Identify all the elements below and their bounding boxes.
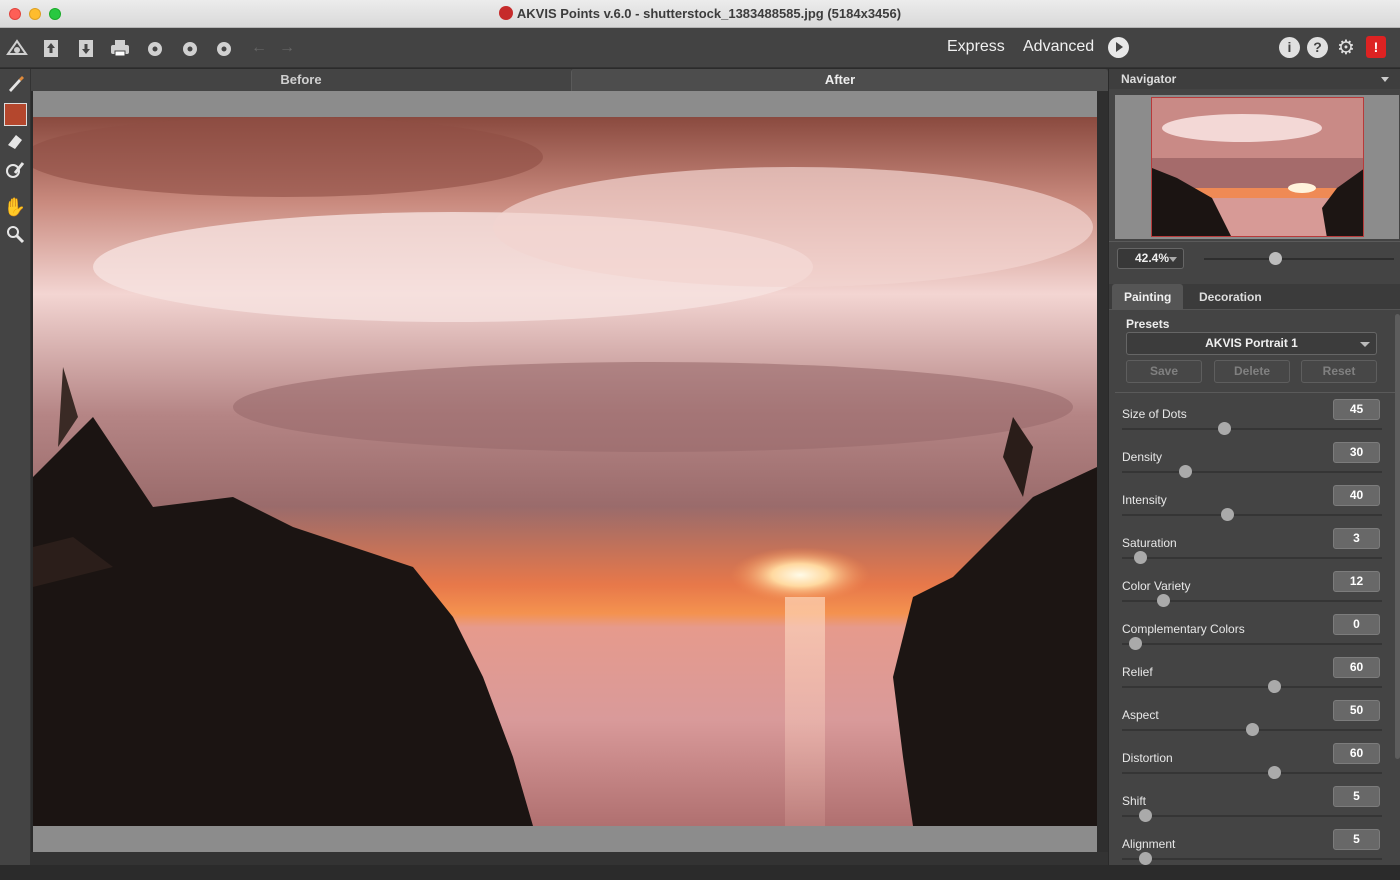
param-value-field[interactable]: 60 [1333, 743, 1380, 764]
gear-icon[interactable]: ⚙ [1335, 37, 1357, 59]
param-slider-track[interactable] [1122, 514, 1382, 516]
param-slider-thumb[interactable] [1139, 809, 1153, 822]
color-swatch[interactable] [4, 103, 27, 126]
param-label: Complementary Colors [1122, 622, 1245, 636]
param-value-field[interactable]: 60 [1333, 657, 1380, 678]
param-slider-track[interactable] [1122, 557, 1382, 559]
print-icon[interactable] [109, 37, 131, 59]
brush-icon[interactable] [3, 74, 27, 98]
save-preset-button[interactable]: Save [1126, 360, 1202, 383]
home-icon[interactable] [6, 37, 28, 59]
preset-select[interactable]: AKVIS Portrait 1 [1126, 332, 1377, 355]
view-tabs: Before After [31, 69, 1108, 91]
param-label: Alignment [1122, 837, 1176, 851]
tools-panel: ✋ [0, 69, 31, 865]
undo-icon[interactable]: ← [248, 37, 270, 59]
param-slider-thumb[interactable] [1178, 465, 1192, 478]
presets-divider [1115, 392, 1395, 393]
zoom-slider-thumb[interactable] [1269, 252, 1283, 265]
param-value-field[interactable]: 40 [1333, 485, 1380, 506]
plugin-icon[interactable] [179, 37, 201, 59]
history-brush-icon[interactable] [3, 160, 27, 184]
param-slider-track[interactable] [1122, 686, 1382, 688]
tab-painting[interactable]: Painting [1112, 284, 1184, 310]
param-label: Shift [1122, 794, 1147, 808]
express-mode-button[interactable]: Express [947, 38, 1005, 56]
param-value-field[interactable]: 50 [1333, 700, 1380, 721]
param-row: Alignment 5 [1109, 829, 1400, 880]
tab-decoration[interactable]: Decoration [1187, 284, 1274, 310]
save-icon[interactable] [75, 37, 97, 59]
param-slider-track[interactable] [1122, 858, 1382, 860]
redo-icon[interactable]: → [276, 37, 298, 59]
param-value-field[interactable]: 12 [1333, 571, 1380, 592]
param-slider-thumb[interactable] [1267, 766, 1281, 779]
settings-icon[interactable] [213, 37, 235, 59]
canvas-vertical-scrollbar[interactable] [1097, 91, 1108, 865]
param-slider-thumb[interactable] [1218, 422, 1232, 435]
param-slider-thumb[interactable] [1139, 852, 1153, 865]
param-slider-track[interactable] [1122, 643, 1382, 645]
param-value-field[interactable]: 5 [1333, 786, 1380, 807]
presets-label: Presets [1126, 317, 1170, 331]
param-label: Relief [1122, 665, 1153, 679]
panel-scrollbar[interactable] [1395, 314, 1400, 759]
hand-icon[interactable]: ✋ [3, 195, 27, 219]
param-label: Size of Dots [1122, 407, 1187, 421]
navigator-thumbnail[interactable] [1151, 97, 1364, 237]
zoom-level-select[interactable]: 42.4% [1117, 248, 1184, 269]
param-value-field[interactable]: 0 [1333, 614, 1380, 635]
param-slider-thumb[interactable] [1129, 637, 1143, 650]
notification-icon[interactable]: ! [1366, 36, 1386, 58]
param-slider-thumb[interactable] [1245, 723, 1259, 736]
param-label: Color Variety [1122, 579, 1191, 593]
help-icon[interactable]: ? [1307, 37, 1328, 58]
param-value-field[interactable]: 5 [1333, 829, 1380, 850]
param-value-field[interactable]: 45 [1333, 399, 1380, 420]
param-label: Intensity [1122, 493, 1167, 507]
image-canvas-area[interactable] [33, 91, 1097, 852]
param-slider-track[interactable] [1122, 428, 1382, 430]
info-icon[interactable]: i [1279, 37, 1300, 58]
main-toolbar: ← → Express Advanced i ? ⚙ ! [0, 28, 1400, 68]
canvas-horizontal-scrollbar[interactable] [31, 852, 1108, 865]
param-slider-thumb[interactable] [1134, 551, 1148, 564]
chevron-down-icon[interactable] [1381, 77, 1389, 82]
advanced-mode-button[interactable]: Advanced [1023, 38, 1094, 56]
eraser-icon[interactable] [3, 131, 27, 155]
navigator-title: Navigator [1121, 72, 1177, 86]
preset-selected-value: AKVIS Portrait 1 [1205, 336, 1298, 350]
delete-preset-button[interactable]: Delete [1214, 360, 1290, 383]
tab-after[interactable]: After [571, 69, 1108, 91]
navigator-preview[interactable] [1115, 95, 1399, 239]
param-label: Saturation [1122, 536, 1177, 550]
reset-preset-button[interactable]: Reset [1301, 360, 1377, 383]
param-label: Aspect [1122, 708, 1159, 722]
panel-tabs: Painting Decoration [1109, 284, 1400, 310]
window-title: AKVIS Points v.6.0 - shutterstock_138348… [0, 6, 1400, 21]
param-label: Distortion [1122, 751, 1173, 765]
navigator-divider [1109, 241, 1400, 242]
zoom-icon[interactable] [3, 224, 27, 248]
param-slider-track[interactable] [1122, 815, 1382, 817]
open-icon[interactable] [40, 37, 62, 59]
share-icon[interactable] [144, 37, 166, 59]
param-label: Density [1122, 450, 1163, 464]
navigator-header[interactable]: Navigator [1109, 69, 1400, 89]
app-logo-icon [498, 6, 513, 20]
param-value-field[interactable]: 30 [1333, 442, 1380, 463]
title-bar: AKVIS Points v.6.0 - shutterstock_138348… [0, 0, 1400, 28]
pointillism-sunset-image[interactable] [33, 117, 1097, 826]
settings-panel: Navigator 42.4% Painting Decoration Pres… [1108, 69, 1400, 865]
param-value-field[interactable]: 3 [1333, 528, 1380, 549]
param-slider-thumb[interactable] [1267, 680, 1281, 693]
param-slider-track[interactable] [1122, 772, 1382, 774]
tab-before[interactable]: Before [31, 69, 571, 91]
zoom-slider-track[interactable] [1204, 258, 1394, 260]
run-processing-button[interactable] [1108, 37, 1129, 58]
param-slider-thumb[interactable] [1220, 508, 1234, 521]
param-slider-track[interactable] [1122, 471, 1382, 473]
param-slider-thumb[interactable] [1156, 594, 1170, 607]
window-title-text: AKVIS Points v.6.0 - shutterstock_138348… [516, 6, 902, 21]
